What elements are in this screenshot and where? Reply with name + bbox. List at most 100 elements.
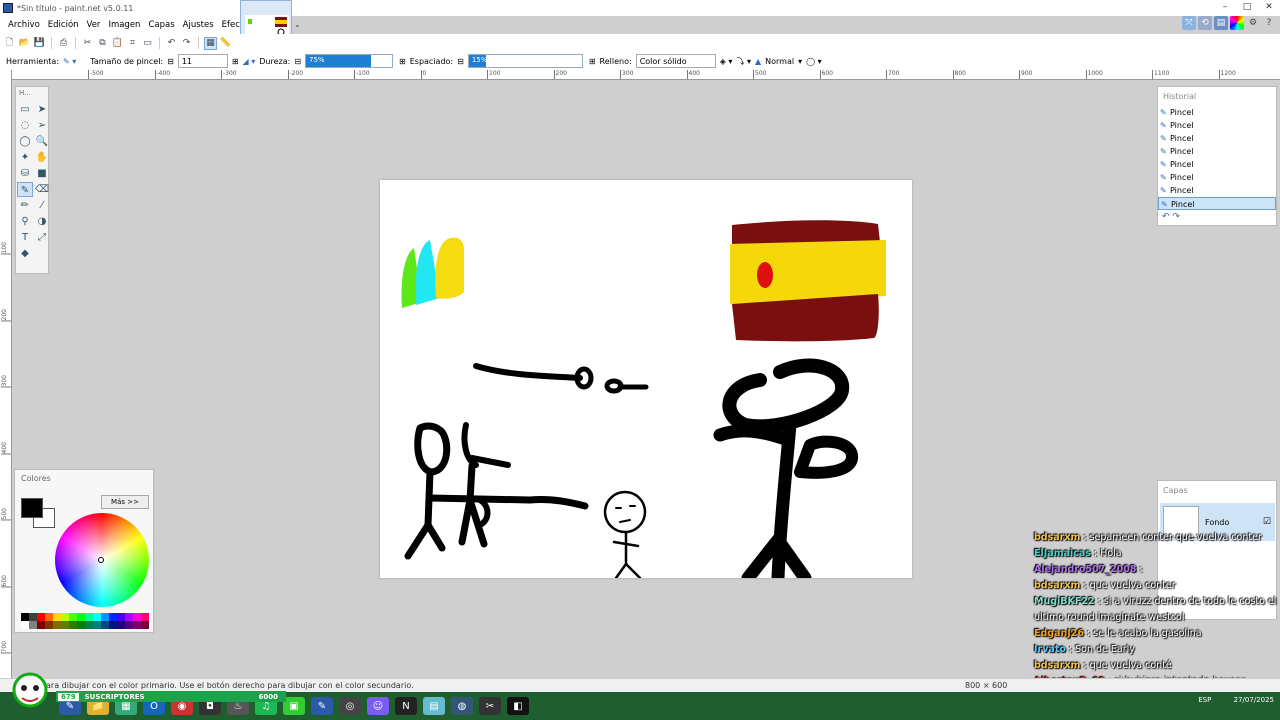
primary-color-swatch[interactable] (21, 498, 43, 518)
palette-swatch[interactable] (117, 621, 125, 629)
copy-icon[interactable]: ⧉ (96, 37, 109, 50)
palette-swatch[interactable] (117, 613, 125, 621)
menu-archivo[interactable]: Archivo (4, 20, 44, 30)
palette-swatch[interactable] (133, 613, 141, 621)
clone-stamp-icon[interactable]: ⚲ (17, 214, 33, 229)
palette-swatch[interactable] (37, 613, 45, 621)
rectangle-select-icon[interactable]: ▭ (17, 102, 33, 117)
fill-mode-select[interactable]: Color sólido (635, 54, 716, 68)
palette-swatch[interactable] (141, 613, 149, 621)
palette-swatch[interactable] (101, 621, 109, 629)
sampling-icon[interactable]: ⤵ ▾ (736, 56, 751, 67)
palette-swatch[interactable] (125, 613, 133, 621)
paintnet-icon-2[interactable]: ✎ (311, 697, 333, 715)
brush-size-increase-icon[interactable]: ⊞ (232, 57, 239, 66)
hardness-decrease-icon[interactable]: ⊟ (294, 57, 301, 66)
recolor-icon[interactable]: ◑ (34, 214, 50, 229)
history-item[interactable]: Pincel (1158, 171, 1276, 184)
move-selection-icon[interactable]: ➤ (34, 102, 50, 117)
menu-ver[interactable]: Ver (83, 20, 105, 30)
spacing-increase-icon[interactable]: ⊞ (589, 57, 596, 66)
palette-swatch[interactable] (101, 613, 109, 621)
palette-swatch[interactable] (85, 613, 93, 621)
obs-icon[interactable]: ◎ (339, 697, 361, 715)
ruler-toggle-icon[interactable]: 📏 (219, 37, 232, 50)
text-icon[interactable]: T (17, 230, 33, 245)
menu-capas[interactable]: Capas (144, 20, 178, 30)
colors-window-icon[interactable] (1230, 16, 1244, 30)
drawing-canvas[interactable] (380, 180, 912, 585)
menu-imagen[interactable]: Imagen (104, 20, 144, 30)
notes-icon[interactable]: ▤ (423, 697, 445, 715)
ellipse-select-icon[interactable]: ◯ (17, 134, 33, 149)
close-button[interactable]: ✕ (1258, 0, 1280, 14)
help-icon[interactable]: ? (1262, 16, 1276, 30)
more-colors-button[interactable]: Más >> (101, 495, 149, 509)
palette-swatch[interactable] (85, 621, 93, 629)
blend-mode-chevron-icon[interactable]: ▾ (798, 57, 802, 66)
discord-icon[interactable]: ☺ (367, 697, 389, 715)
grid-toggle-icon[interactable]: ▦ (204, 36, 217, 50)
new-file-icon[interactable]: 🗋 (3, 37, 16, 50)
undo-icon[interactable]: ↶ (165, 37, 178, 50)
spacing-decrease-icon[interactable]: ⊟ (457, 57, 464, 66)
history-item[interactable]: Pincel (1158, 106, 1276, 119)
settings-gear-icon[interactable]: ⚙ (1246, 16, 1260, 30)
minecraft-icon[interactable]: ▣ (283, 697, 305, 715)
magic-wand-icon[interactable]: ✦ (17, 150, 33, 165)
open-file-icon[interactable]: 📂 (18, 37, 31, 50)
color-picker-icon[interactable]: ⁄ (34, 198, 50, 213)
history-item-selected[interactable]: Pincel (1158, 197, 1276, 211)
palette-swatch[interactable] (45, 613, 53, 621)
vpn-icon[interactable]: ◍ (451, 697, 473, 715)
palette-swatch[interactable] (93, 613, 101, 621)
minimize-button[interactable]: – (1214, 0, 1236, 14)
palette-swatch[interactable] (69, 613, 77, 621)
history-item[interactable]: Pincel (1158, 158, 1276, 171)
spacing-slider[interactable]: 15% (467, 54, 583, 68)
palette-swatch[interactable] (53, 613, 61, 621)
history-item[interactable]: Pincel (1158, 184, 1276, 197)
palette-swatch[interactable] (61, 613, 69, 621)
hardness-slider[interactable]: 75% (305, 54, 394, 68)
capcut-icon[interactable]: ✂ (479, 697, 501, 715)
palette-swatch[interactable] (125, 621, 133, 629)
palette-swatch[interactable] (21, 613, 29, 621)
menu-ajustes[interactable]: Ajustes (179, 20, 218, 30)
move-selected-icon[interactable]: ➢ (34, 118, 50, 133)
palette-swatch[interactable] (29, 621, 37, 629)
brush-size-field[interactable]: 11 (177, 54, 228, 68)
cut-icon[interactable]: ✂ (81, 37, 94, 50)
pencil-icon[interactable]: ✏ (17, 198, 33, 213)
palette-swatch[interactable] (109, 621, 117, 629)
maximize-button[interactable]: □ (1236, 0, 1258, 14)
brush-size-decrease-icon[interactable]: ⊟ (167, 57, 174, 66)
blend-mode-icon[interactable]: ◈ ▾ (720, 57, 733, 66)
layer-visible-checkbox[interactable]: ☑ (1263, 517, 1271, 527)
redo-icon[interactable]: ↷ (180, 37, 193, 50)
paste-icon[interactable]: 📋 (111, 37, 124, 50)
app-icon[interactable]: ◧ (507, 697, 529, 715)
palette-swatch[interactable] (29, 613, 37, 621)
antialias-icon[interactable]: ◢ ▾ (243, 57, 256, 66)
palette-swatch[interactable] (93, 621, 101, 629)
color-wheel-knob[interactable] (98, 557, 104, 563)
palette-swatch[interactable] (109, 613, 117, 621)
gradient-icon[interactable]: ■ (34, 166, 50, 181)
palette-swatch[interactable] (21, 621, 29, 629)
tab-list-chevron-icon[interactable]: ⌄ (294, 20, 301, 29)
palette-swatch[interactable] (61, 621, 69, 629)
selection-mode-icon[interactable]: ◯ ▾ (806, 57, 822, 66)
hardness-increase-icon[interactable]: ⊞ (399, 57, 406, 66)
paintbrush-tool-icon[interactable]: ✎ ▾ (63, 57, 76, 66)
history-undo-redo-icon[interactable]: ↶ ↷ (1162, 212, 1180, 222)
palette-swatch[interactable] (53, 621, 61, 629)
print-icon[interactable]: ⎙ (57, 37, 70, 50)
deselect-icon[interactable]: ▭ (141, 37, 154, 50)
pan-icon[interactable]: ✋ (34, 150, 50, 165)
blend-mode-value[interactable]: Normal (765, 57, 794, 66)
tray-date[interactable]: 27/07/2025 (1234, 696, 1274, 704)
shapes-icon[interactable]: ◆ (17, 246, 33, 261)
notion-icon[interactable]: N (395, 697, 417, 715)
history-window-icon[interactable]: ⟲ (1198, 16, 1212, 30)
